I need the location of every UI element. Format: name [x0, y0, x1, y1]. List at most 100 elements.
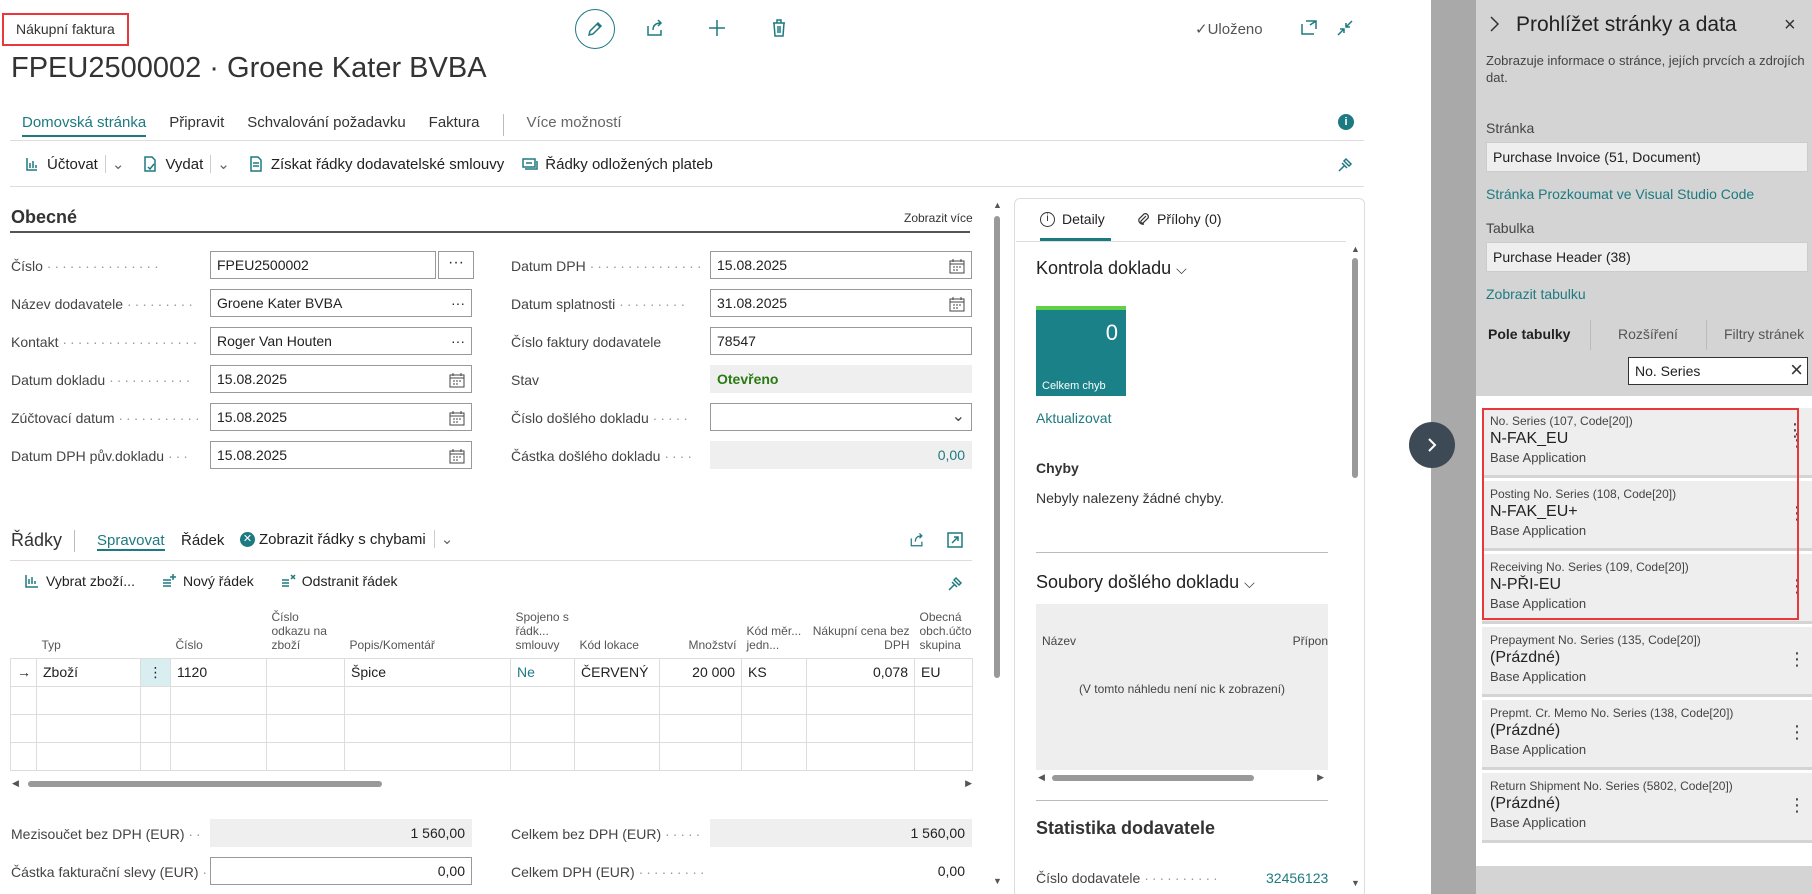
vendor-invoice-number-field[interactable]: 78547 [710, 327, 972, 355]
scroll-up-icon[interactable]: ▲ [1351, 244, 1360, 254]
column-header[interactable]: Číslo odkazu na zboží [267, 602, 345, 658]
scroll-thumb[interactable] [1052, 775, 1254, 781]
scroll-down-icon[interactable]: ▼ [1351, 878, 1360, 888]
scroll-down-icon[interactable]: ▼ [993, 876, 1002, 886]
scroll-left-icon[interactable]: ◀ [1038, 772, 1045, 783]
show-more-link[interactable]: Zobrazit více [904, 211, 973, 225]
tab-line[interactable]: Řádek [181, 532, 224, 549]
posting-group-cell[interactable]: EU [914, 657, 973, 687]
table-row[interactable] [10, 713, 973, 743]
tab-page-filters[interactable]: Filtry stránek [1724, 326, 1804, 342]
column-header[interactable]: Kód měr... jedn... [742, 602, 807, 658]
description-cell[interactable]: Špice [344, 657, 511, 687]
more-vertical-icon[interactable]: ⋮ [1788, 722, 1806, 743]
more-icon[interactable]: ··· [451, 290, 465, 316]
contract-link-cell[interactable]: Ne [510, 657, 575, 687]
release-button[interactable]: Vydat ⌄ [142, 155, 230, 173]
quantity-cell[interactable]: 20 000 [659, 657, 742, 687]
collapse-panel-button[interactable] [1488, 14, 1502, 34]
deferred-payment-lines-button[interactable]: Řádky odložených plateb [522, 156, 713, 173]
incoming-files-title[interactable]: Soubory došlého dokladu ⌵ [1036, 572, 1255, 593]
post-button[interactable]: Účtovat ⌄ [24, 155, 124, 173]
open-new-window-button[interactable] [1299, 18, 1325, 44]
calendar-icon[interactable] [449, 410, 465, 426]
list-item[interactable]: Prepmt. Cr. Memo No. Series (138, Code[2… [1482, 700, 1812, 770]
tab-extensions[interactable]: Rozšíření [1618, 326, 1678, 342]
new-button[interactable] [706, 17, 732, 43]
lines-horizontal-scrollbar[interactable]: ◀ ▶ [12, 778, 972, 790]
expand-lines-button[interactable] [946, 531, 964, 549]
list-item[interactable]: Prepayment No. Series (135, Code[20]) (Pr… [1482, 627, 1812, 697]
more-icon[interactable]: ··· [451, 328, 465, 354]
files-horizontal-scrollbar[interactable]: ◀ ▶ [1036, 772, 1328, 784]
delete-button[interactable] [768, 17, 794, 43]
scroll-left-icon[interactable]: ◀ [12, 778, 19, 789]
chevron-down-icon[interactable]: ⌄ [952, 404, 965, 430]
tab-attachments[interactable]: Přílohy (0) [1136, 211, 1222, 227]
column-header[interactable]: Obecná obch.účto skupina [915, 602, 973, 658]
scroll-right-icon[interactable]: ▶ [965, 778, 972, 789]
info-icon[interactable]: i [1338, 114, 1354, 130]
delete-line-button[interactable]: Odstranit řádek [280, 573, 398, 589]
show-lines-with-errors-button[interactable]: ✕ Zobrazit řádky s chybami ⌄ [240, 530, 453, 548]
scroll-thumb[interactable] [994, 216, 1000, 678]
posting-date-field[interactable]: 15.08.2025 [210, 403, 472, 431]
edit-button[interactable] [575, 9, 615, 49]
list-item[interactable]: Return Shipment No. Series (5802, Code[2… [1482, 773, 1812, 843]
share-lines-button[interactable] [908, 531, 926, 549]
tab-more-options[interactable]: Více možností [527, 114, 622, 137]
show-table-link[interactable]: Zobrazit tabulku [1486, 286, 1586, 302]
scroll-up-icon[interactable]: ▲ [993, 200, 1002, 210]
original-vat-date-field[interactable]: 15.08.2025 [210, 441, 472, 469]
chevron-down-icon[interactable]: ⌄ [433, 530, 453, 548]
unit-of-measure-cell[interactable]: KS [741, 657, 807, 687]
chevron-down-icon[interactable]: ⌄ [104, 155, 124, 173]
row-menu-button[interactable]: ⋮ [140, 657, 171, 687]
factbox-scrollbar[interactable]: ▲ ▼ [1350, 244, 1360, 888]
scroll-thumb[interactable] [28, 781, 382, 787]
get-contract-lines-button[interactable]: Získat řádky dodavatelské smlouvy [248, 156, 504, 173]
main-scrollbar[interactable]: ▲ ▼ [992, 200, 1002, 890]
table-row[interactable] [10, 685, 973, 715]
item-reference-cell[interactable] [266, 657, 345, 687]
column-header[interactable]: Číslo [171, 602, 267, 658]
due-date-field[interactable]: 31.08.2025 [710, 289, 972, 317]
error-count-tile[interactable]: 0 Celkem chyb [1036, 306, 1126, 396]
column-header[interactable]: Spojeno s řádk... smlouvy [511, 602, 575, 658]
tab-invoice[interactable]: Faktura [429, 114, 480, 137]
incoming-document-amount-field[interactable]: 0,00 [710, 441, 972, 469]
scroll-right-icon[interactable]: ▶ [1317, 772, 1324, 783]
column-header[interactable]: Popis/Komentář [345, 602, 511, 658]
new-line-button[interactable]: Nový řádek [161, 573, 254, 589]
field-search-input[interactable]: No. Series × [1628, 357, 1808, 385]
document-date-field[interactable]: 15.08.2025 [210, 365, 472, 393]
refresh-link[interactable]: Aktualizovat [1036, 410, 1111, 426]
column-header[interactable]: Množství [660, 602, 742, 658]
section-title-lines[interactable]: Řádky [11, 530, 62, 551]
contact-field[interactable]: Roger Van Houten ··· [210, 327, 472, 355]
calendar-icon[interactable] [949, 258, 965, 274]
incoming-document-field[interactable]: ⌄ [710, 403, 972, 431]
share-button[interactable] [644, 17, 670, 43]
table-row[interactable] [10, 741, 973, 771]
calendar-icon[interactable] [449, 372, 465, 388]
pin-lines-button[interactable] [946, 575, 964, 593]
section-title-general[interactable]: Obecné [11, 207, 77, 228]
unit-cost-cell[interactable]: 0,078 [806, 657, 915, 687]
explore-in-vscode-link[interactable]: Stránka Prozkoumat ve Visual Studio Code [1486, 186, 1754, 202]
lookup-button[interactable]: ··· [438, 251, 474, 279]
column-header[interactable]: Typ [37, 602, 141, 658]
table-row[interactable]: → Zboží ⋮ 1120 Špice Ne ČERVENÝ 20 000 K… [10, 657, 973, 687]
location-code-cell[interactable]: ČERVENÝ [574, 657, 660, 687]
vendor-number-link[interactable]: 32456123 [1266, 870, 1328, 886]
invoice-discount-field[interactable]: 0,00 [210, 857, 472, 885]
collapse-button[interactable] [1335, 18, 1361, 44]
pin-button[interactable] [1336, 156, 1354, 174]
column-header[interactable]: Kód lokace [575, 602, 660, 658]
scroll-thumb[interactable] [1352, 258, 1358, 478]
calendar-icon[interactable] [949, 296, 965, 312]
chevron-down-icon[interactable]: ⌄ [210, 155, 230, 173]
more-vertical-icon[interactable]: ⋮ [1786, 420, 1804, 441]
document-number-field[interactable]: FPEU2500002 [210, 251, 436, 279]
tab-approval[interactable]: Schvalování požadavku [247, 114, 405, 137]
